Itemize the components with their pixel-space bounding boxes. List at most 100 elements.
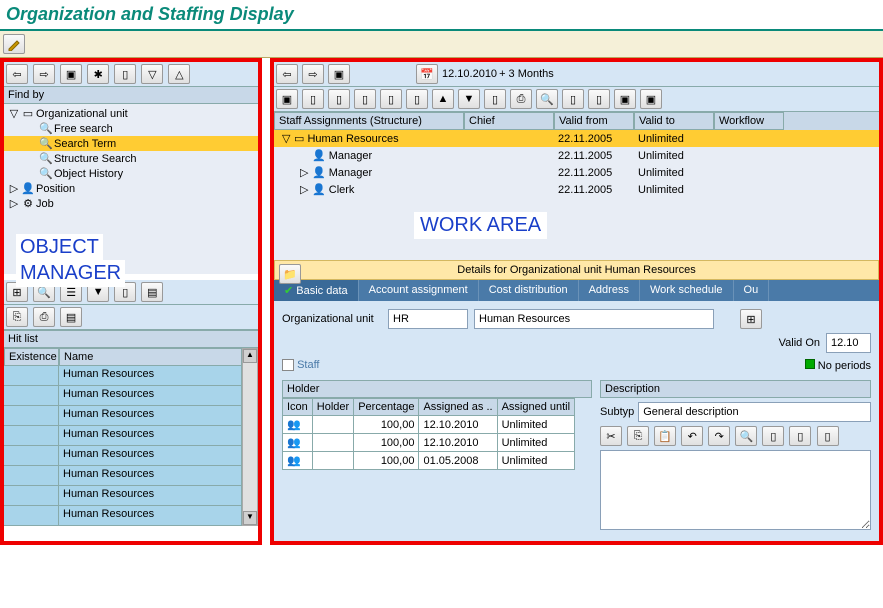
tool-icon[interactable]: ▯	[588, 89, 610, 109]
back-icon[interactable]: ⇦	[276, 64, 298, 84]
table-row[interactable]: Human Resources	[4, 446, 242, 466]
tool-icon[interactable]: ▯	[484, 89, 506, 109]
up-icon[interactable]: ▲	[432, 89, 454, 109]
subtyp-input[interactable]	[638, 402, 871, 422]
down-icon[interactable]: ▼	[458, 89, 480, 109]
description-textarea[interactable]	[600, 450, 871, 530]
tool-icon[interactable]: ▤	[60, 307, 82, 327]
copy-icon[interactable]: ⎘	[627, 426, 649, 446]
table-row[interactable]: Human Resources	[4, 466, 242, 486]
column-percentage[interactable]: Percentage	[354, 399, 419, 416]
tool-icon[interactable]: ▣	[60, 64, 82, 84]
toggle-icon[interactable]: ▷	[300, 166, 312, 179]
tool-icon[interactable]: ▯	[562, 89, 584, 109]
tool-icon[interactable]: ▣	[328, 64, 350, 84]
collapse-icon[interactable]: ▽	[8, 107, 20, 120]
scrollbar[interactable]: ▲ ▼	[242, 348, 258, 526]
structure-row[interactable]: 👤 Manager22.11.2005Unlimited	[274, 147, 879, 164]
valid-on-input[interactable]	[826, 333, 871, 353]
column-holder[interactable]: Holder	[312, 399, 353, 416]
folder-icon[interactable]: 📁	[279, 264, 301, 284]
table-row[interactable]: 👥100,0012.10.2010Unlimited	[283, 416, 575, 434]
tab-address[interactable]: Address	[579, 280, 640, 301]
tree-node-org-unit[interactable]: ▽ ▭ Organizational unit	[4, 106, 258, 121]
table-row[interactable]: Human Resources	[4, 366, 242, 386]
tool-icon[interactable]: ▤	[141, 282, 163, 302]
table-row[interactable]: Human Resources	[4, 426, 242, 446]
toggle-icon[interactable]: ▽	[282, 132, 294, 145]
tool-icon[interactable]: ▯	[817, 426, 839, 446]
tree-node-position[interactable]: ▷ 👤 Position	[4, 181, 258, 196]
tool-icon[interactable]: ▯	[406, 89, 428, 109]
valid-on-label: Valid On	[779, 337, 820, 349]
collapse-icon[interactable]: △	[168, 64, 190, 84]
tool-icon[interactable]: ▣	[614, 89, 636, 109]
column-assigned-until[interactable]: Assigned until	[497, 399, 575, 416]
tool-icon[interactable]: ✱	[87, 64, 109, 84]
tool-icon[interactable]: ▯	[302, 89, 324, 109]
print-icon[interactable]: ⎙	[510, 89, 532, 109]
tree-item-search-term[interactable]: 🔍 Search Term	[4, 136, 258, 151]
tree-label: Object History	[54, 168, 123, 180]
table-row[interactable]: Human Resources	[4, 406, 242, 426]
tree-item-structure-search[interactable]: 🔍 Structure Search	[4, 151, 258, 166]
expand-icon[interactable]: ▷	[8, 197, 20, 210]
forward-icon[interactable]: ⇨	[33, 64, 55, 84]
table-row[interactable]: Human Resources	[4, 506, 242, 526]
percentage-cell: 100,00	[354, 434, 419, 452]
column-icon[interactable]: Icon	[283, 399, 313, 416]
find-icon[interactable]: 🔍	[536, 89, 558, 109]
tab-account-assignment[interactable]: Account assignment	[359, 280, 479, 301]
redo-icon[interactable]: ↷	[708, 426, 730, 446]
table-row[interactable]: 👥100,0012.10.2010Unlimited	[283, 434, 575, 452]
undo-icon[interactable]: ↶	[681, 426, 703, 446]
tool-icon[interactable]: ⎙	[33, 307, 55, 327]
structure-row[interactable]: ▽▭ Human Resources22.11.2005Unlimited	[274, 130, 879, 147]
tool-icon[interactable]: ▯	[380, 89, 402, 109]
tool-icon[interactable]: ▯	[114, 64, 136, 84]
expand-icon[interactable]: ▷	[8, 182, 20, 195]
tool-icon[interactable]: ⎘	[6, 307, 28, 327]
tool-icon[interactable]: ▯	[762, 426, 784, 446]
column-workflow[interactable]: Workflow	[714, 112, 784, 130]
assign-icon[interactable]: ⊞	[740, 309, 762, 329]
structure-row[interactable]: ▷👤 Manager22.11.2005Unlimited	[274, 164, 879, 181]
column-valid-from[interactable]: Valid from	[554, 112, 634, 130]
column-valid-to[interactable]: Valid to	[634, 112, 714, 130]
org-unit-code-input[interactable]	[388, 309, 468, 329]
assigned-as-cell: 01.05.2008	[419, 452, 497, 470]
tool-icon[interactable]: ▯	[328, 89, 350, 109]
find-icon[interactable]: 🔍	[735, 426, 757, 446]
table-row[interactable]: 👥100,0001.05.2008Unlimited	[283, 452, 575, 470]
column-name[interactable]: Name	[59, 348, 242, 366]
column-assigned-as[interactable]: Assigned as ..	[419, 399, 497, 416]
tree-node-job[interactable]: ▷ ⚙ Job	[4, 196, 258, 211]
tree-item-object-history[interactable]: 🔍 Object History	[4, 166, 258, 181]
column-existence[interactable]: Existence	[4, 348, 59, 366]
org-unit-name-input[interactable]	[474, 309, 714, 329]
scroll-down-icon[interactable]: ▼	[243, 511, 257, 525]
tool-icon[interactable]: ▯	[789, 426, 811, 446]
tab-work-schedule[interactable]: Work schedule	[640, 280, 734, 301]
tree-item-free-search[interactable]: 🔍 Free search	[4, 121, 258, 136]
back-icon[interactable]: ⇦	[6, 64, 28, 84]
paste-icon[interactable]: 📋	[654, 426, 676, 446]
table-row[interactable]: Human Resources	[4, 386, 242, 406]
table-row[interactable]: Human Resources	[4, 486, 242, 506]
toggle-icon[interactable]: ▷	[300, 183, 312, 196]
tool-icon[interactable]: ▣	[640, 89, 662, 109]
forward-icon[interactable]: ⇨	[302, 64, 324, 84]
cut-icon[interactable]: ✂	[600, 426, 622, 446]
column-chief[interactable]: Chief	[464, 112, 554, 130]
tool-icon[interactable]: ▯	[354, 89, 376, 109]
tab-more[interactable]: Ou	[734, 280, 770, 301]
calendar-icon[interactable]: 📅	[416, 64, 438, 84]
staff-checkbox[interactable]	[282, 359, 294, 371]
pencil-icon[interactable]	[3, 34, 25, 54]
structure-row[interactable]: ▷👤 Clerk22.11.2005Unlimited	[274, 181, 879, 198]
scroll-up-icon[interactable]: ▲	[243, 349, 257, 363]
expand-icon[interactable]: ▽	[141, 64, 163, 84]
tab-cost-distribution[interactable]: Cost distribution	[479, 280, 579, 301]
column-staff-assignments[interactable]: Staff Assignments (Structure)	[274, 112, 464, 130]
tool-icon[interactable]: ▣	[276, 89, 298, 109]
